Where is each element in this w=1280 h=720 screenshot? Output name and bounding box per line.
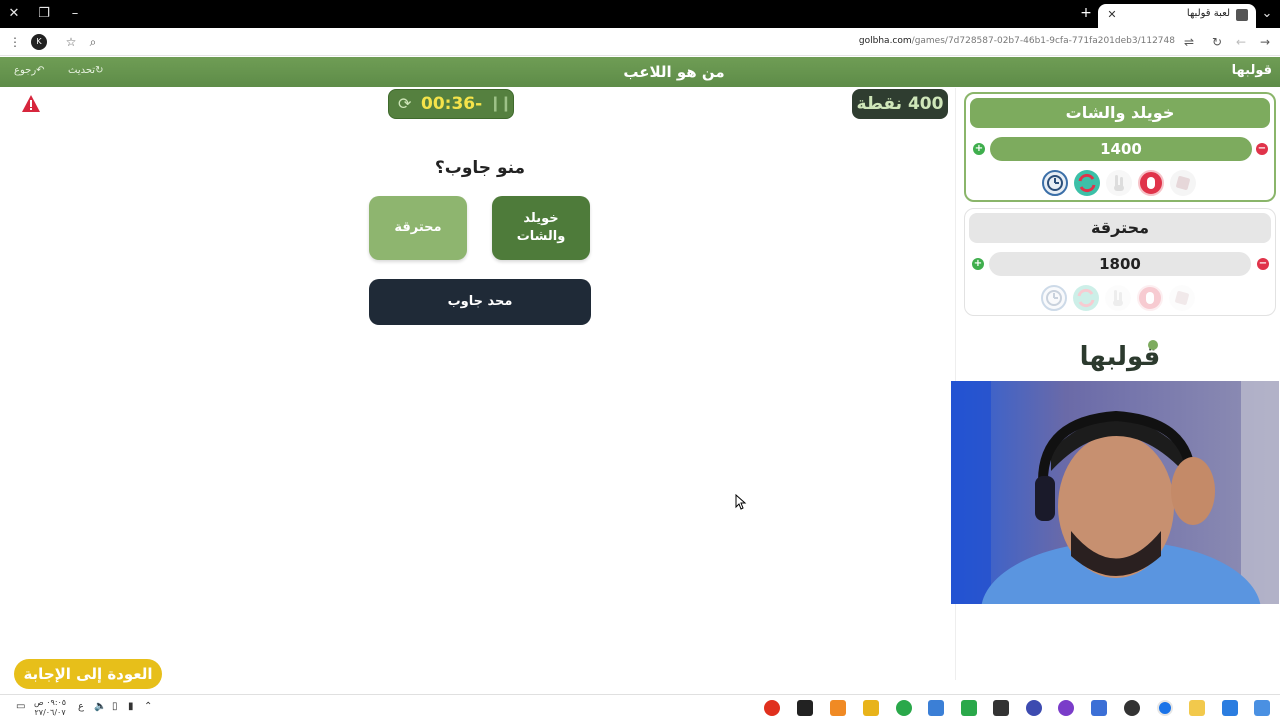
team-card-1: خويلد والشات + 1400 − [964, 92, 1276, 202]
back-to-answer-button[interactable]: العودة إلى الإجابة [14, 659, 162, 689]
undo-icon: ↶ [36, 65, 45, 76]
url-domain: golbha.com [858, 36, 912, 46]
browser-menu-icon[interactable]: ⋮ [6, 33, 24, 51]
question-text: منو جاوب؟ [434, 158, 526, 178]
new-tab-button[interactable]: + [1078, 5, 1094, 21]
clock-icon[interactable] [1041, 285, 1067, 311]
youtube-app-icon[interactable] [764, 700, 780, 716]
file-explorer-app-icon[interactable] [1189, 700, 1205, 716]
vlc-app-icon[interactable] [830, 700, 846, 716]
refresh-icon: ↻ [95, 65, 104, 76]
tab-favicon-icon [1236, 9, 1248, 21]
webcam-video [951, 381, 1279, 604]
back-icon[interactable]: → [1256, 33, 1274, 51]
discord-app-icon[interactable] [1058, 700, 1074, 716]
hand-stop-icon[interactable] [1138, 170, 1164, 196]
app-header: ↶رجوع ↻تحديث من هو اللاعب [0, 57, 1280, 87]
clock-time: ٠٩:٠٥ ص [34, 698, 67, 707]
start-menu-icon[interactable] [1254, 700, 1270, 716]
profile-avatar[interactable]: K [31, 34, 47, 50]
os-taskbar: ▭ ٠٩:٠٥ ص ٢٧/٠٦/٠٧ ع 🔈 ▯ ▮ ⌃ [0, 694, 1280, 720]
system-clock[interactable]: ٠٩:٠٥ ص ٢٧/٠٦/٠٧ [34, 698, 66, 718]
report-warning-icon[interactable] [21, 94, 41, 114]
microphone-icon[interactable]: ▮ [128, 701, 134, 712]
refresh-button[interactable]: ↻تحديث [68, 65, 105, 76]
reload-icon[interactable]: ↻ [1208, 33, 1226, 51]
helper-tools [1041, 285, 1201, 311]
rockstar-app-icon[interactable] [863, 700, 879, 716]
bookmark-star-icon[interactable]: ☆ [62, 33, 80, 51]
network-icon[interactable]: ▯ [112, 701, 118, 712]
dice-icon[interactable] [1170, 170, 1196, 196]
tab-title: لعبة قولبها [1186, 8, 1230, 19]
timer-reset-icon[interactable]: ⟳ [398, 95, 416, 113]
dice-icon[interactable] [1169, 285, 1195, 311]
refresh-label: تحديث [68, 65, 96, 76]
steam-app-icon[interactable] [1091, 700, 1107, 716]
question-timer: ⟳ 00:36- ❙❙ [388, 89, 514, 119]
score-plus-icon[interactable]: + [973, 143, 985, 155]
header-logo: قولبها [1231, 63, 1272, 78]
team-name: محترقة [969, 213, 1271, 243]
nobody-answered-button[interactable]: محد جاوب [369, 279, 591, 325]
team-card-2: محترقة + 1800 − [964, 208, 1276, 316]
score-minus-icon[interactable]: − [1257, 258, 1269, 270]
url-path: /games/7d728587-02b7-46b1-9cfa-771fa201d… [911, 36, 1175, 46]
xbox-app-icon[interactable] [896, 700, 912, 716]
telegram-app-icon[interactable] [928, 700, 944, 716]
swap-icon[interactable] [1073, 285, 1099, 311]
browser-tab-strip: ✕ ❐ – + ✕ لعبة قولبها ⌄ [0, 0, 1280, 28]
timer-value: 00:36- [421, 94, 483, 114]
tab-search-icon[interactable]: ⌄ [1257, 4, 1277, 24]
two-fingers-icon[interactable] [1105, 285, 1131, 311]
notification-icon[interactable]: ▭ [16, 701, 25, 712]
team-score: 1400 [990, 137, 1252, 161]
clock-date: ٢٧/٠٦/٠٧ [34, 708, 66, 717]
capcut-app-icon[interactable] [797, 700, 813, 716]
language-indicator[interactable]: ع [78, 701, 84, 712]
recorder-app-icon[interactable] [1124, 700, 1140, 716]
zoom-icon[interactable]: ⌕ [84, 33, 102, 51]
address-bar: ⋮ ☆ ⌕ golbha.com/games/7d728587-02b7-46b… [0, 28, 1280, 56]
url-field[interactable]: golbha.com/games/7d728587-02b7-46b1-9cfa… [820, 36, 1175, 46]
window-close-icon[interactable]: ✕ [4, 4, 24, 24]
answer-team-a-button[interactable]: خويلد والشات [492, 196, 590, 260]
hand-stop-icon[interactable] [1137, 285, 1163, 311]
answer-team-b-button[interactable]: محترقة [369, 196, 467, 260]
browser-tab[interactable]: ✕ لعبة قولبها [1098, 4, 1256, 28]
team-score: 1800 [989, 252, 1251, 276]
site-settings-icon[interactable]: ⇌ [1180, 33, 1198, 51]
question-points-badge: 400 نقطة [852, 89, 948, 119]
window-minimize-icon[interactable]: – [65, 4, 85, 24]
page-title: من هو اللاعب [623, 63, 725, 81]
excel-app-icon[interactable] [961, 700, 977, 716]
store-app-icon[interactable] [1222, 700, 1238, 716]
forward-icon[interactable]: ← [1232, 33, 1250, 51]
tab-close-icon[interactable]: ✕ [1104, 7, 1120, 23]
chrome-app-icon[interactable] [1157, 700, 1173, 716]
logo-dot [1148, 340, 1158, 350]
back-button[interactable]: ↶رجوع [14, 65, 47, 76]
pause-icon[interactable]: ❙❙ [489, 94, 512, 112]
swap-icon[interactable] [1074, 170, 1100, 196]
mouse-cursor-icon [735, 493, 747, 510]
helper-tools [1042, 170, 1202, 196]
brand-logo: قولبها [1060, 340, 1180, 372]
score-plus-icon[interactable]: + [972, 258, 984, 270]
score-minus-icon[interactable]: − [1256, 143, 1268, 155]
volume-icon[interactable]: 🔈 [94, 701, 106, 712]
obs-app-icon[interactable] [993, 700, 1009, 716]
tray-expand-icon[interactable]: ⌃ [144, 701, 152, 712]
back-label: رجوع [14, 65, 37, 76]
media-app-icon[interactable] [1026, 700, 1042, 716]
team-name: خويلد والشات [970, 98, 1270, 128]
window-restore-icon[interactable]: ❐ [34, 4, 54, 24]
clock-icon[interactable] [1042, 170, 1068, 196]
two-fingers-icon[interactable] [1106, 170, 1132, 196]
